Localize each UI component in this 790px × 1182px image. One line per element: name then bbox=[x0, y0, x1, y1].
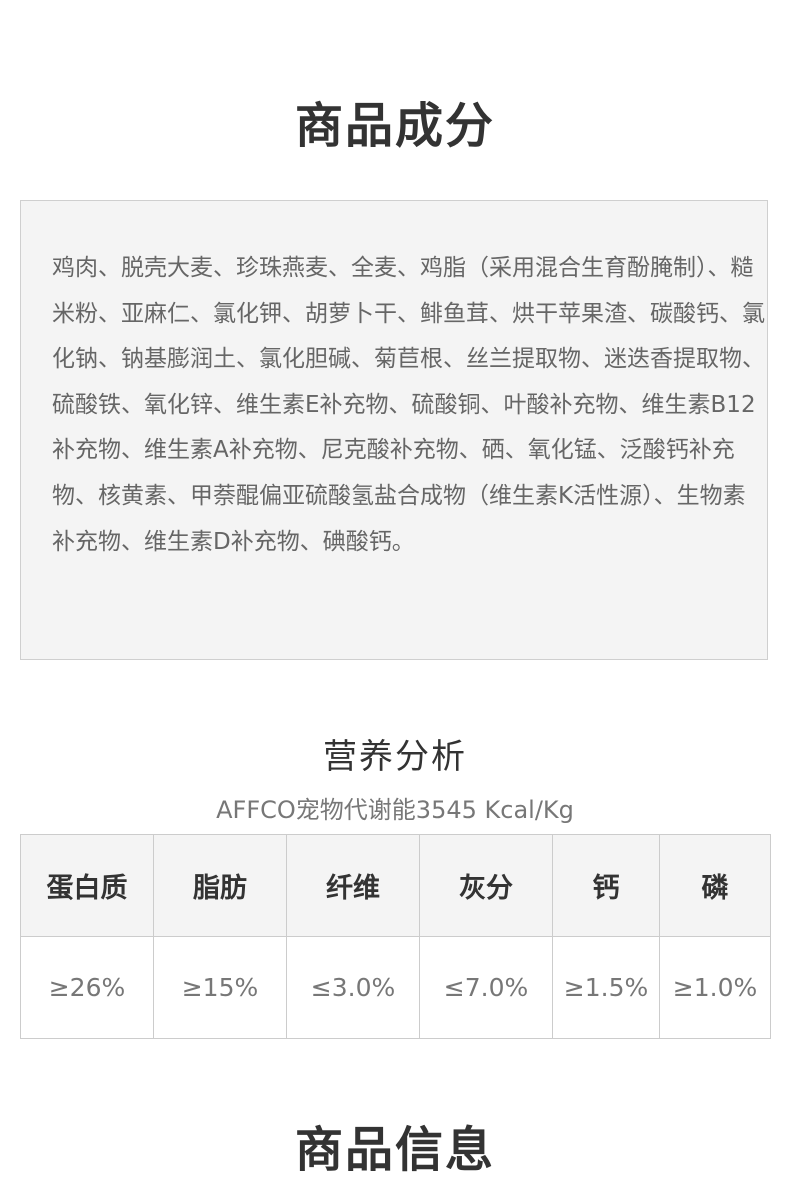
nutrition-header-calcium: 钙 bbox=[552, 834, 660, 937]
nutrition-value-phosphorus: ≥1.0% bbox=[659, 936, 771, 1039]
nutrition-header-ash: 灰分 bbox=[419, 834, 553, 937]
nutrition-header-row: 蛋白质 脂肪 纤维 灰分 钙 磷 bbox=[20, 834, 771, 937]
ingredients-text: 鸡肉、脱壳大麦、珍珠燕麦、全麦、鸡脂（采用混合生育酚腌制）、糙米粉、亚麻仁、氯化… bbox=[52, 255, 765, 555]
nutrition-table: 蛋白质 脂肪 纤维 灰分 钙 磷 ≥26% ≥15% ≤3.0% ≤7.0% ≥… bbox=[20, 834, 771, 1039]
nutrition-value-protein: ≥26% bbox=[20, 936, 154, 1039]
nutrition-header-fat: 脂肪 bbox=[153, 834, 287, 937]
nutrition-title: 营养分析 bbox=[323, 737, 467, 777]
nutrition-value-row: ≥26% ≥15% ≤3.0% ≤7.0% ≥1.5% ≥1.0% bbox=[20, 936, 771, 1039]
nutrition-value-ash: ≤7.0% bbox=[419, 936, 553, 1039]
nutrition-value-fiber: ≤3.0% bbox=[286, 936, 420, 1039]
product-info-section-title: 商品信息 bbox=[294, 1122, 495, 1178]
nutrition-header-protein: 蛋白质 bbox=[20, 834, 154, 937]
nutrition-value-calcium: ≥1.5% bbox=[552, 936, 660, 1039]
nutrition-header-phosphorus: 磷 bbox=[659, 834, 771, 937]
nutrition-subtitle: AFFCO宠物代谢能3545 Kcal/Kg bbox=[216, 796, 574, 824]
nutrition-header-fiber: 纤维 bbox=[286, 834, 420, 937]
ingredients-box: 鸡肉、脱壳大麦、珍珠燕麦、全麦、鸡脂（采用混合生育酚腌制）、糙米粉、亚麻仁、氯化… bbox=[20, 200, 768, 660]
nutrition-value-fat: ≥15% bbox=[153, 936, 287, 1039]
ingredients-section-title: 商品成分 bbox=[294, 98, 495, 154]
